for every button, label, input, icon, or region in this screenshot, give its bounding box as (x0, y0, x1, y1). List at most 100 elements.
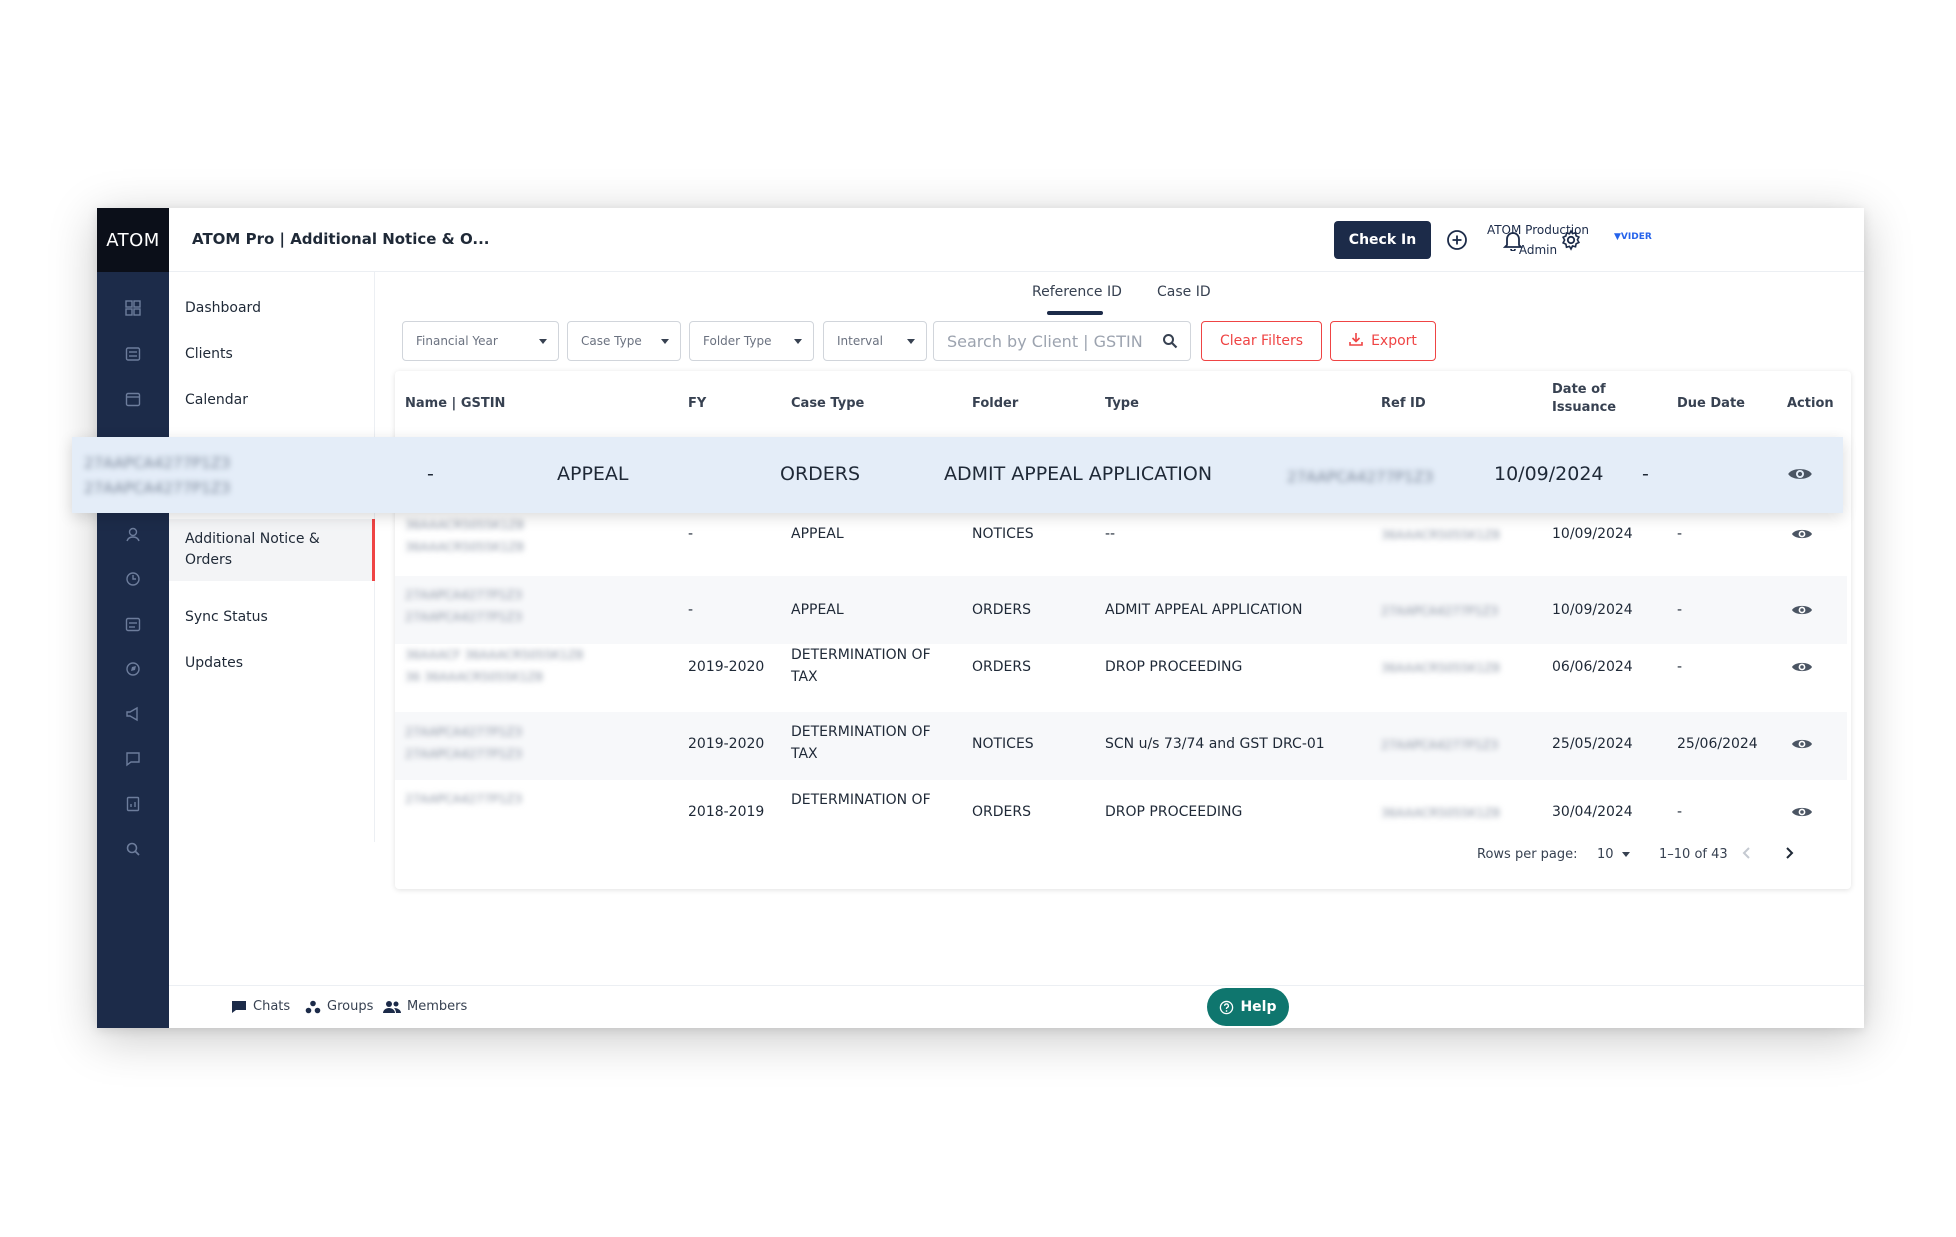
icon-rail (97, 272, 169, 1028)
highlight-ref-id: 27AAPCA4277P1Z3 (1287, 468, 1434, 486)
calendar-icon[interactable] (97, 387, 169, 411)
rows-per-page-select[interactable]: 10 (1597, 847, 1630, 862)
table-row[interactable]: 27AAPCA4277P1Z3 27AAPCA4277P1Z3 2019-202… (395, 712, 1847, 780)
col-header-issuance-line2: Issuance (1552, 400, 1617, 415)
members-link[interactable]: Members (383, 999, 467, 1014)
message-icon[interactable] (97, 747, 169, 771)
nav-item-updates[interactable]: Updates (169, 653, 375, 674)
highlight-name-gstin: 27AAPCA4277P1Z3 27AAPCA4277P1Z3 (84, 451, 230, 501)
user-profile[interactable]: ATOM Production Admin (1479, 220, 1597, 260)
row-case-type: DETERMINATION OF TAX (791, 644, 931, 688)
row-fy: 2019-2020 (688, 659, 765, 675)
chevron-right-icon[interactable] (1777, 841, 1801, 865)
megaphone-icon[interactable] (97, 702, 169, 726)
notices-icon[interactable] (97, 522, 169, 546)
chats-link[interactable]: Chats (231, 999, 290, 1014)
nav-item-dashboard[interactable]: Dashboard (169, 298, 375, 319)
tab-reference-id[interactable]: Reference ID (1032, 284, 1122, 300)
col-header-folder[interactable]: Folder (972, 395, 1018, 413)
nav-item-calendar[interactable]: Calendar (169, 390, 375, 411)
highlight-fy: - (427, 463, 434, 485)
row-due-date: 25/06/2024 (1677, 736, 1758, 752)
row-type: -- (1105, 526, 1116, 542)
financial-year-label: Financial Year (416, 334, 498, 348)
groups-link[interactable]: Groups (305, 999, 373, 1014)
nav-item-label-line1: Additional Notice & (185, 531, 320, 547)
client-gstin: 27AAPCA4277P1Z3 (405, 747, 523, 761)
row-case-type: DETERMINATION OF TAX (791, 721, 931, 765)
table-row[interactable]: 36AAACF 36AAACR5055K1Z8 36 36AAACR5055K1… (395, 644, 1847, 712)
row-folder: NOTICES (972, 526, 1034, 542)
view-eye-icon[interactable] (1789, 654, 1815, 680)
highlight-due-date: - (1642, 463, 1649, 485)
add-circle-icon[interactable] (1445, 228, 1469, 252)
export-label: Export (1371, 333, 1417, 349)
row-type: DROP PROCEEDING (1105, 804, 1243, 820)
dashboard-icon[interactable] (97, 296, 169, 320)
check-in-button[interactable]: Check In (1334, 221, 1431, 259)
export-button[interactable]: Export (1330, 321, 1436, 361)
col-header-date-of-issuance[interactable]: Date of Issuance (1552, 381, 1616, 417)
financial-year-select[interactable]: Financial Year (402, 321, 559, 361)
interval-label: Interval (837, 334, 883, 348)
help-button[interactable]: Help (1207, 988, 1289, 1026)
row-issuance-date: 06/06/2024 (1552, 659, 1633, 675)
clients-icon[interactable] (97, 342, 169, 366)
folder-type-select[interactable]: Folder Type (689, 321, 814, 361)
col-header-name[interactable]: Name | GSTIN (405, 395, 505, 413)
view-eye-icon[interactable] (1789, 521, 1815, 547)
col-header-type[interactable]: Type (1105, 395, 1139, 413)
row-folder: ORDERS (972, 804, 1031, 820)
view-eye-icon[interactable] (1789, 731, 1815, 757)
highlighted-row[interactable]: 27AAPCA4277P1Z3 27AAPCA4277P1Z3 - APPEAL… (72, 437, 1843, 513)
table-row[interactable]: 27AAPCA4277P1Z3 2018-2019 DETERMINATION … (395, 780, 1847, 824)
compass-icon[interactable] (97, 657, 169, 681)
app-window: ATOM ATOM Pro | Additional Notice & O...… (97, 208, 1864, 1028)
row-name-gstin: 27AAPCA4277P1Z3 27AAPCA4277P1Z3 (405, 721, 522, 765)
page-title: ATOM Pro | Additional Notice & O... (192, 230, 490, 248)
col-header-ref-id[interactable]: Ref ID (1381, 395, 1426, 413)
chevron-down-icon (661, 339, 669, 344)
view-eye-icon[interactable] (1789, 799, 1815, 824)
row-type: ADMIT APPEAL APPLICATION (1105, 602, 1303, 618)
client-name: 27AAPCA4277P1Z3 (405, 588, 523, 602)
table-row[interactable]: 27AAPCA4277P1Z3 27AAPCA4277P1Z3 - APPEAL… (395, 576, 1847, 644)
client-name: 27AAPCA4277P1Z3 (405, 792, 523, 806)
nav-item-clients[interactable]: Clients (169, 344, 375, 365)
active-tab-indicator (1047, 311, 1103, 315)
highlight-type: ADMIT APPEAL APPLICATION (944, 463, 1213, 485)
clear-filters-button[interactable]: Clear Filters (1201, 321, 1322, 361)
partner-logo: ▼VIDER (1614, 232, 1652, 242)
search-input[interactable]: Search by Client | GSTIN (933, 321, 1191, 361)
row-case-type: APPEAL (791, 526, 844, 542)
client-name: 27AAPCA4277P1Z3 (405, 725, 523, 739)
nav-item-sync-status[interactable]: Sync Status (169, 607, 375, 628)
chevron-down-icon (907, 339, 915, 344)
folder-type-label: Folder Type (703, 334, 772, 348)
chevron-left-icon[interactable] (1735, 841, 1759, 865)
view-eye-icon[interactable] (1787, 461, 1813, 487)
case-type-select[interactable]: Case Type (567, 321, 681, 361)
row-ref-id: 36AAACR5055K1Z8 (1381, 806, 1500, 820)
row-case-type: APPEAL (791, 602, 844, 618)
case-type-label: Case Type (581, 334, 642, 348)
interval-select[interactable]: Interval (823, 321, 927, 361)
nav-item-label-line2: Orders (185, 552, 233, 568)
col-header-due-date[interactable]: Due Date (1677, 395, 1745, 413)
download-icon (1349, 332, 1363, 350)
updates-icon[interactable] (97, 612, 169, 636)
brand-logo[interactable]: ATOM (97, 208, 169, 272)
highlight-folder: ORDERS (780, 463, 861, 485)
highlight-issuance-date: 10/09/2024 (1494, 463, 1604, 485)
search-icon[interactable] (97, 837, 169, 861)
members-icon (383, 1000, 401, 1013)
view-eye-icon[interactable] (1789, 597, 1815, 623)
table-row[interactable]: 36AAACR5055K1Z8 36AAACR5055K1Z8 - APPEAL… (395, 508, 1847, 576)
search-placeholder: Search by Client | GSTIN (947, 331, 1143, 351)
nav-item-additional-notice[interactable]: Additional Notice & Orders (169, 519, 375, 581)
col-header-fy[interactable]: FY (688, 395, 706, 413)
tab-case-id[interactable]: Case ID (1157, 284, 1211, 300)
col-header-case-type[interactable]: Case Type (791, 395, 864, 413)
sync-icon[interactable] (97, 567, 169, 591)
report-icon[interactable] (97, 792, 169, 816)
